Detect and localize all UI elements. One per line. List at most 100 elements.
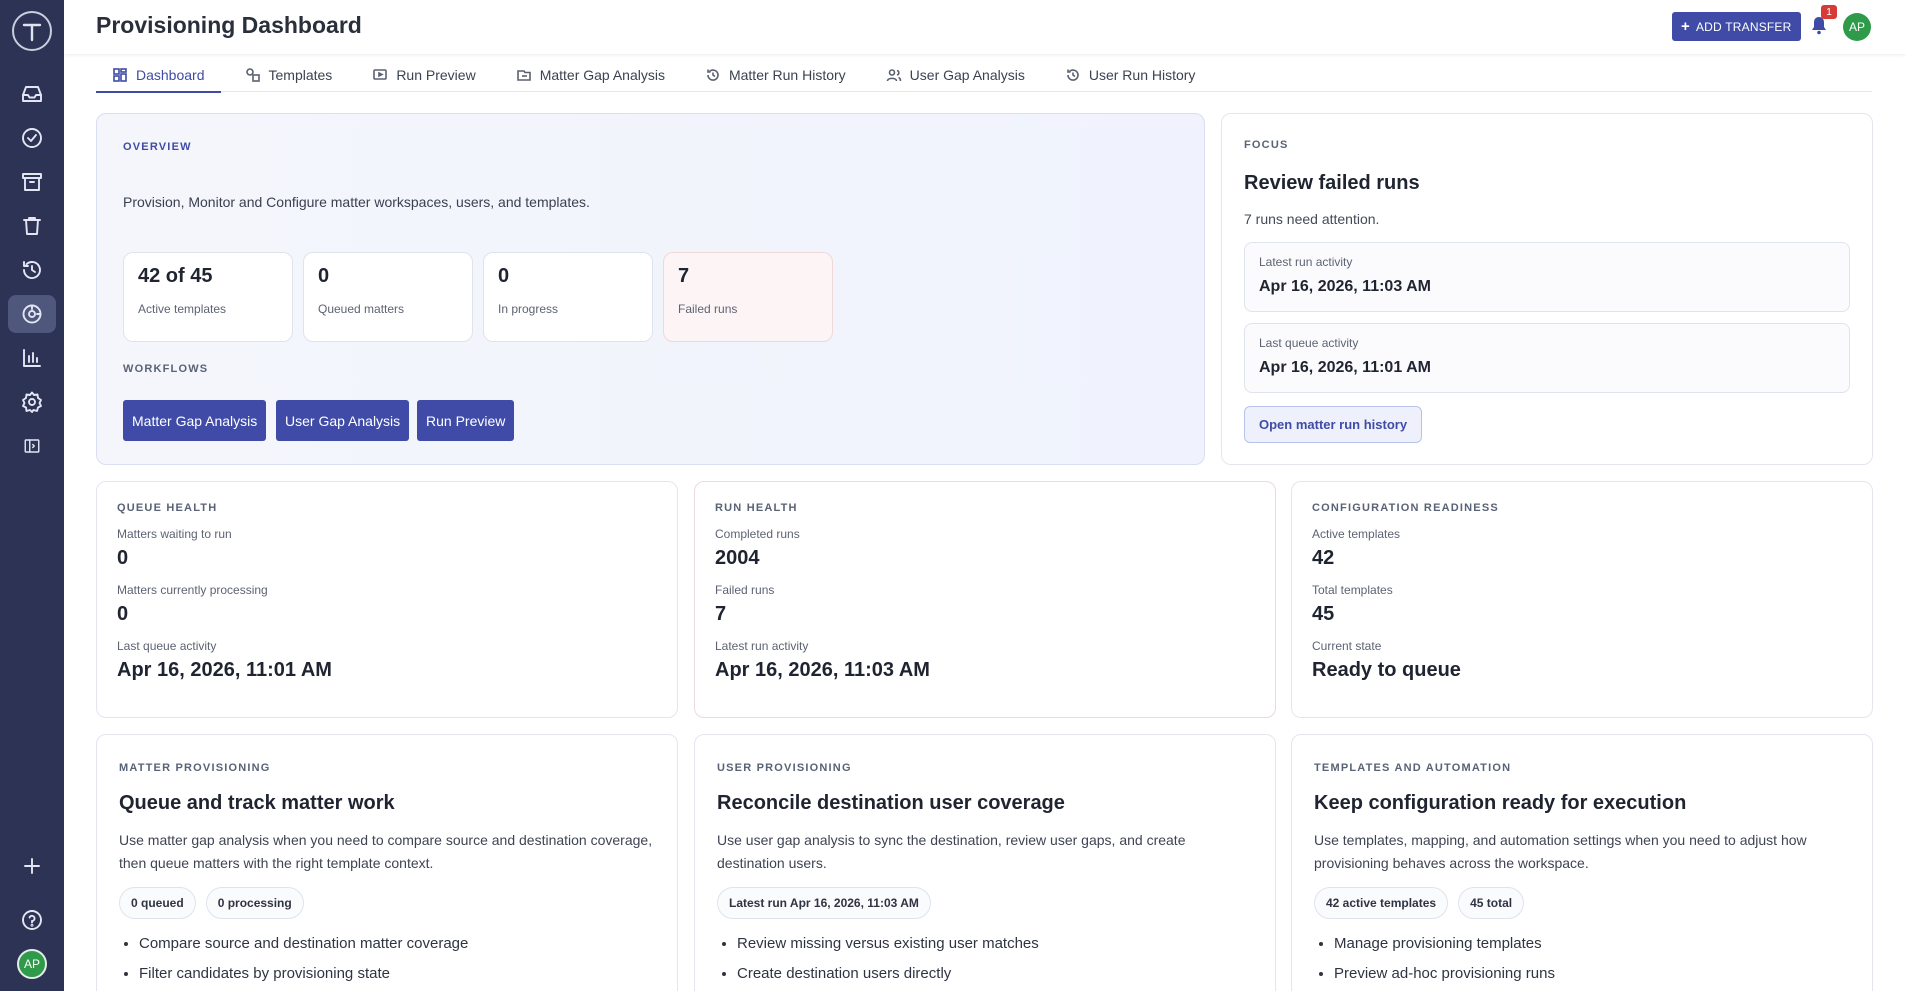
focus-card: FOCUS Review failed runs 7 runs need att… bbox=[1221, 113, 1873, 465]
users-icon bbox=[886, 69, 901, 82]
panel-toggle-icon[interactable] bbox=[8, 427, 56, 465]
tab-templates[interactable]: Templates bbox=[229, 58, 349, 92]
stat-value: 42 of 45 bbox=[138, 265, 213, 287]
history-icon bbox=[707, 69, 719, 81]
matter-provisioning-card: MATTER PROVISIONING Queue and track matt… bbox=[96, 734, 678, 991]
preview-icon bbox=[373, 69, 388, 80]
archive-icon[interactable] bbox=[8, 163, 56, 201]
sidebar-user-avatar[interactable]: AP bbox=[17, 949, 47, 979]
status-pill: 45 total bbox=[1458, 887, 1525, 919]
health-value: 0 bbox=[117, 603, 129, 625]
add-transfer-label: ADD TRANSFER bbox=[1695, 19, 1792, 34]
user-provisioning-title: Reconcile destination user coverage bbox=[717, 792, 1065, 814]
last-queue-label: Last queue activity bbox=[1259, 336, 1359, 350]
list-item: Compare source and destination matter co… bbox=[139, 929, 655, 959]
templates-automation-eyebrow: TEMPLATES AND AUTOMATION bbox=[1314, 762, 1512, 774]
health-value: Apr 16, 2026, 11:01 AM bbox=[117, 659, 332, 681]
tab-matter-gap-analysis[interactable]: Matter Gap Analysis bbox=[500, 58, 681, 92]
plus-icon[interactable] bbox=[8, 847, 56, 885]
trash-icon[interactable] bbox=[8, 207, 56, 245]
tab-label: Run Preview bbox=[396, 67, 476, 83]
tab-label: User Gap Analysis bbox=[909, 67, 1025, 83]
overview-description: Provision, Monitor and Configure matter … bbox=[123, 194, 590, 210]
stat-label: Failed runs bbox=[678, 302, 738, 316]
matter-provisioning-description: Use matter gap analysis when you need to… bbox=[119, 832, 653, 871]
run-health-card: RUN HEALTH Completed runs 2004 Failed ru… bbox=[694, 481, 1276, 718]
history-icon bbox=[1067, 69, 1079, 81]
queue-health-card: QUEUE HEALTH Matters waiting to run 0 Ma… bbox=[96, 481, 678, 718]
health-label: Matters currently processing bbox=[117, 583, 268, 597]
overview-card: OVERVIEW Provision, Monitor and Configur… bbox=[96, 113, 1205, 465]
matter-gap-analysis-button[interactable]: Matter Gap Analysis bbox=[123, 400, 267, 441]
run-preview-button[interactable]: Run Preview bbox=[417, 400, 515, 441]
sidebar: AP bbox=[0, 0, 64, 991]
templates-automation-title: Keep configuration ready for execution bbox=[1314, 792, 1687, 814]
health-label: Total templates bbox=[1312, 583, 1393, 597]
config-readiness-eyebrow: CONFIGURATION READINESS bbox=[1312, 502, 1499, 514]
templates-automation-description: Use templates, mapping, and automation s… bbox=[1314, 832, 1807, 871]
page-title: Provisioning Dashboard bbox=[96, 12, 362, 38]
list-item: Manage provisioning templates bbox=[1334, 929, 1850, 959]
add-transfer-button[interactable]: + ADD TRANSFER bbox=[1672, 12, 1801, 41]
health-value: Ready to queue bbox=[1312, 659, 1461, 681]
last-queue-value: Apr 16, 2026, 11:01 AM bbox=[1259, 359, 1431, 376]
history-icon[interactable] bbox=[8, 251, 56, 289]
settings-icon[interactable] bbox=[8, 383, 56, 421]
check-circle-icon[interactable] bbox=[8, 119, 56, 157]
health-label: Completed runs bbox=[715, 527, 800, 541]
tab-bar: Dashboard Templates Run Preview Matter G… bbox=[96, 58, 1872, 93]
tab-matter-run-history[interactable]: Matter Run History bbox=[689, 58, 862, 92]
health-value: 2004 bbox=[715, 547, 760, 569]
health-label: Current state bbox=[1312, 639, 1382, 653]
tab-label: Matter Run History bbox=[728, 67, 846, 83]
stat-label: Queued matters bbox=[318, 302, 405, 316]
focus-subtitle: 7 runs need attention. bbox=[1244, 211, 1380, 227]
tab-dashboard[interactable]: Dashboard bbox=[96, 58, 221, 93]
health-value: 42 bbox=[1312, 547, 1335, 569]
stat-value: 0 bbox=[498, 265, 510, 287]
tab-run-preview[interactable]: Run Preview bbox=[356, 58, 491, 92]
status-pill: 0 queued bbox=[119, 887, 196, 919]
provisioning-icon[interactable] bbox=[8, 295, 56, 333]
open-matter-run-history-button[interactable]: Open matter run history bbox=[1244, 406, 1423, 443]
sidebar-bottom: AP bbox=[0, 841, 64, 979]
user-provisioning-card: USER PROVISIONING Reconcile destination … bbox=[694, 734, 1276, 991]
tab-user-gap-analysis[interactable]: User Gap Analysis bbox=[870, 58, 1041, 92]
tab-label: Templates bbox=[268, 67, 333, 83]
configuration-readiness-card: CONFIGURATION READINESS Active templates… bbox=[1291, 481, 1873, 718]
top-header: Provisioning Dashboard + ADD TRANSFER 1 … bbox=[64, 0, 1906, 54]
list-item: Preview ad-hoc provisioning runs bbox=[1334, 959, 1850, 989]
help-icon[interactable] bbox=[8, 901, 56, 939]
latest-run-activity-box: Latest run activity Apr 16, 2026, 11:03 … bbox=[1244, 242, 1850, 312]
matter-provisioning-eyebrow: MATTER PROVISIONING bbox=[119, 762, 271, 774]
stat-value: 0 bbox=[318, 265, 330, 287]
health-value: Apr 16, 2026, 11:03 AM bbox=[715, 659, 930, 681]
list-item: Create destination users directly bbox=[737, 959, 1253, 989]
overview-eyebrow: OVERVIEW bbox=[123, 141, 192, 153]
inbox-icon[interactable] bbox=[8, 75, 56, 113]
status-pill: Latest run Apr 16, 2026, 11:03 AM bbox=[717, 887, 931, 919]
focus-title: Review failed runs bbox=[1244, 172, 1420, 194]
header-user-avatar[interactable]: AP bbox=[1843, 13, 1871, 41]
user-provisioning-description: Use user gap analysis to sync the destin… bbox=[717, 832, 1186, 871]
tab-user-run-history[interactable]: User Run History bbox=[1049, 58, 1212, 92]
stat-active-templates: 42 of 45 Active templates bbox=[123, 252, 293, 342]
user-gap-analysis-button[interactable]: User Gap Analysis bbox=[276, 400, 410, 441]
latest-run-label: Latest run activity bbox=[1259, 255, 1353, 269]
tab-label: User Run History bbox=[1088, 67, 1196, 83]
plus-icon: + bbox=[1681, 18, 1690, 35]
health-value: 7 bbox=[715, 603, 727, 625]
latest-run-value: Apr 16, 2026, 11:03 AM bbox=[1259, 278, 1431, 295]
chart-icon[interactable] bbox=[8, 339, 56, 377]
stat-failed-runs: 7 Failed runs bbox=[663, 252, 833, 342]
app-logo-icon[interactable] bbox=[12, 11, 52, 51]
tab-label: Matter Gap Analysis bbox=[539, 67, 665, 83]
grid-icon bbox=[113, 68, 127, 82]
stat-label: Active templates bbox=[138, 302, 227, 316]
stat-queued-matters: 0 Queued matters bbox=[303, 252, 473, 342]
notification-badge: 1 bbox=[1821, 5, 1837, 19]
list-item: Review missing versus existing user matc… bbox=[737, 929, 1253, 959]
stat-label: In progress bbox=[498, 302, 559, 316]
health-value: 0 bbox=[117, 547, 129, 569]
status-pill: 42 active templates bbox=[1314, 887, 1449, 919]
